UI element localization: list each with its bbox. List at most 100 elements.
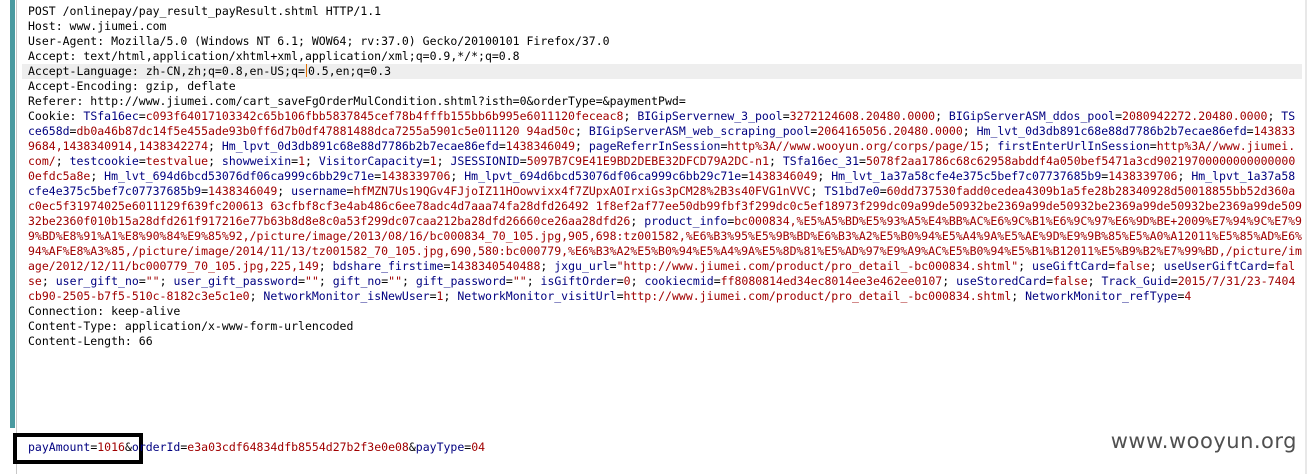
cookie-key: gift_no — [332, 274, 382, 288]
cookie-eq: = — [519, 154, 527, 168]
cookie-separator: ; — [630, 274, 645, 288]
cookie-value: false — [1115, 259, 1150, 273]
cookie-key: bdshare_firstime — [332, 259, 444, 273]
cookie-separator: ; — [443, 289, 458, 303]
cookie-eq: = — [1246, 124, 1254, 138]
header-line: Connection: keep-alive — [28, 304, 181, 318]
accept-language-line: Accept-Language: zh-CN,zh;q=0.8,en-US;q=… — [22, 64, 1302, 79]
cookie-values: TSfa16ec = c093f64017103342c65b106fbb58378… — [28, 109, 1302, 303]
cookie-value: 1438340540488 — [450, 259, 541, 273]
cookie-value: c093f64017103342c65b106fbb5837845cef78b4… — [145, 109, 624, 123]
cookie-separator: ; — [1011, 289, 1026, 303]
param-separator: & — [408, 440, 416, 454]
header-line: Host: www.jiumei.com — [28, 19, 167, 33]
cookie-key: TSfa16ec — [83, 109, 139, 123]
cookie-eq: = — [1115, 109, 1123, 123]
param-key: payType — [415, 440, 465, 454]
cookie-key: JSESSIONID — [450, 154, 520, 168]
cookie-separator: ; — [249, 289, 264, 303]
cookie-key: useUserGiftCard — [1163, 259, 1268, 273]
request-headers-mid: Accept-Encoding: gzip, deflate Referer: h… — [22, 79, 1302, 109]
cookie-eq: = — [201, 184, 209, 198]
http-request-view[interactable]: POST /onlinepay/pay_result_payResult.sht… — [22, 4, 1302, 349]
param-value: e3a03cdf64834dfb8554d27b2f3e0e08 — [187, 440, 409, 454]
cookie-separator: ; — [208, 139, 222, 153]
cookie-key: pageReferrInSession — [588, 139, 721, 153]
cookie-separator: ; — [526, 274, 541, 288]
cookie-value: false — [1053, 274, 1088, 288]
cookie-value: 2064165056.20480.0000 — [817, 124, 963, 138]
cookie-key: username — [291, 184, 347, 198]
cookie-key: Track_Guid — [1101, 274, 1171, 288]
cookie-separator: ; — [769, 154, 783, 168]
cookie-separator: ; — [1087, 274, 1102, 288]
cookie-key: Hm_lvt_694d6bcd53076df06ca999c6bb29c71e — [104, 169, 375, 183]
cookie-value: "" — [512, 274, 527, 288]
cookie-key: isGiftOrder — [540, 274, 617, 288]
cookie-key: NetworkMonitor_refType — [1025, 289, 1178, 303]
cookie-separator: ; — [436, 154, 451, 168]
cookie-value: 0 — [623, 274, 631, 288]
request-headers-top: POST /onlinepay/pay_result_payResult.sht… — [22, 4, 1302, 64]
cookie-eq: = — [422, 154, 430, 168]
cookie-separator: ; — [942, 274, 957, 288]
cookie-label: Cookie: — [28, 109, 84, 123]
cookie-key: Hm_lpvt_694d6bcd53076df06ca999c6bb29c71e — [464, 169, 742, 183]
cookie-separator: ; — [318, 259, 333, 273]
text-cursor — [305, 64, 307, 77]
cookie-value: http://www.jiumei.com/product/pro_detail… — [623, 289, 1012, 303]
cookie-key: BIGipServerASM_web_scraping_pool — [588, 124, 811, 138]
cookie-separator: ; — [817, 169, 832, 183]
cookie-separator: ; — [540, 259, 555, 273]
cookie-separator: ; — [574, 124, 589, 138]
cookie-separator: ; — [450, 169, 465, 183]
accept-language-after: 0.5,en;q=0.3 — [307, 64, 392, 78]
cookie-eq: = — [138, 154, 146, 168]
cookie-separator: ; — [983, 139, 998, 153]
header-line: User-Agent: Mozilla/5.0 (Windows NT 6.1;… — [28, 34, 610, 48]
header-line: Content-Type: application/x-www-form-url… — [28, 319, 354, 333]
cookie-eq: = — [782, 109, 790, 123]
cookie-eq: = — [429, 289, 437, 303]
cookie-value: "" — [305, 274, 319, 288]
cookie-separator: ; — [935, 109, 949, 123]
cookie-separator: ; — [623, 109, 638, 123]
cookie-separator: ; — [318, 274, 333, 288]
header-line: Referer: http://www.jiumei.com/cart_save… — [28, 94, 686, 108]
cookie-value: 4 — [1184, 289, 1192, 303]
header-line: Accept-Encoding: gzip, deflate — [28, 79, 236, 93]
cookie-value: 1 — [298, 154, 306, 168]
cookie-eq: = — [505, 274, 513, 288]
cookie-key: useStoredCard — [956, 274, 1047, 288]
cookie-key: BIGipServerASM_ddos_pool — [948, 109, 1116, 123]
cookie-separator: ; — [305, 154, 319, 168]
request-headers-bottom: Connection: keep-alive Content-Type: appl… — [22, 304, 1302, 349]
param-value: 04 — [471, 440, 486, 454]
cookie-eq: = — [859, 154, 866, 168]
cookie-key: Hm_lvt_1a37a58cfe4e375c5bef7c07737685b9 — [831, 169, 1102, 183]
cookie-key: firstEnterUrlInSession — [997, 139, 1150, 153]
cookie-key: TS1bd7e0 — [824, 184, 880, 198]
cookie-eq: = — [498, 139, 506, 153]
cookie-eq: = — [616, 289, 624, 303]
cookie-eq: = — [1149, 139, 1157, 153]
cookie-value: db0a46b87dc14f5e455ade93b0ff6d7b0df47881… — [76, 124, 575, 138]
cookie-separator: ; — [41, 274, 56, 288]
cookie-value: http%3A//www.wooyun.org/corps/page/15 — [727, 139, 984, 153]
cookie-key: useGiftCard — [1032, 259, 1109, 273]
param-separator: & — [124, 440, 132, 454]
cookie-eq: = — [609, 259, 617, 273]
cookie-separator: ; — [1149, 259, 1164, 273]
cookie-eq: = — [616, 274, 624, 288]
cookie-key: BIGipServernew_3_pool — [637, 109, 783, 123]
cookie-key: cookiecmid — [644, 274, 714, 288]
cookie-value: 1 — [429, 154, 437, 168]
accept-language-before: Accept-Language: zh-CN,zh;q=0.8,en-US;q= — [28, 64, 305, 78]
cookie-value: testvalue — [145, 154, 209, 168]
cookie-separator: ; — [1018, 259, 1033, 273]
cookie-separator: ; — [90, 169, 105, 183]
cookie-value: hfMZN7Us19QGv4FJjoIZ11HOowvixx4f7ZUpxAOI… — [353, 184, 811, 198]
cookie-key: NetworkMonitor_isNewUser — [263, 289, 430, 303]
cookie-header: Cookie: TSfa16ec = c093f64017103342c65b106… — [22, 109, 1302, 304]
cookie-value: 1438346049 — [748, 169, 818, 183]
